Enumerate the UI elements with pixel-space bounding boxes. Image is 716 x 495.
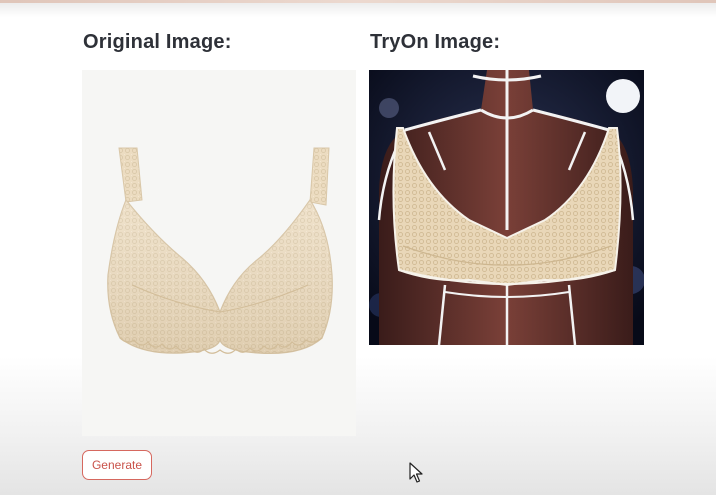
tryon-image: [369, 70, 644, 345]
bra-product-photo-icon: [107, 147, 333, 355]
top-shade: [0, 3, 716, 17]
original-image: [82, 70, 356, 436]
original-image-heading: Original Image:: [83, 31, 232, 53]
mouse-pointer-icon: [409, 462, 423, 483]
generate-button[interactable]: Generate: [82, 450, 152, 480]
mannequin-tryon-photo-icon: [369, 70, 644, 345]
tryon-image-heading: TryOn Image:: [370, 31, 501, 53]
